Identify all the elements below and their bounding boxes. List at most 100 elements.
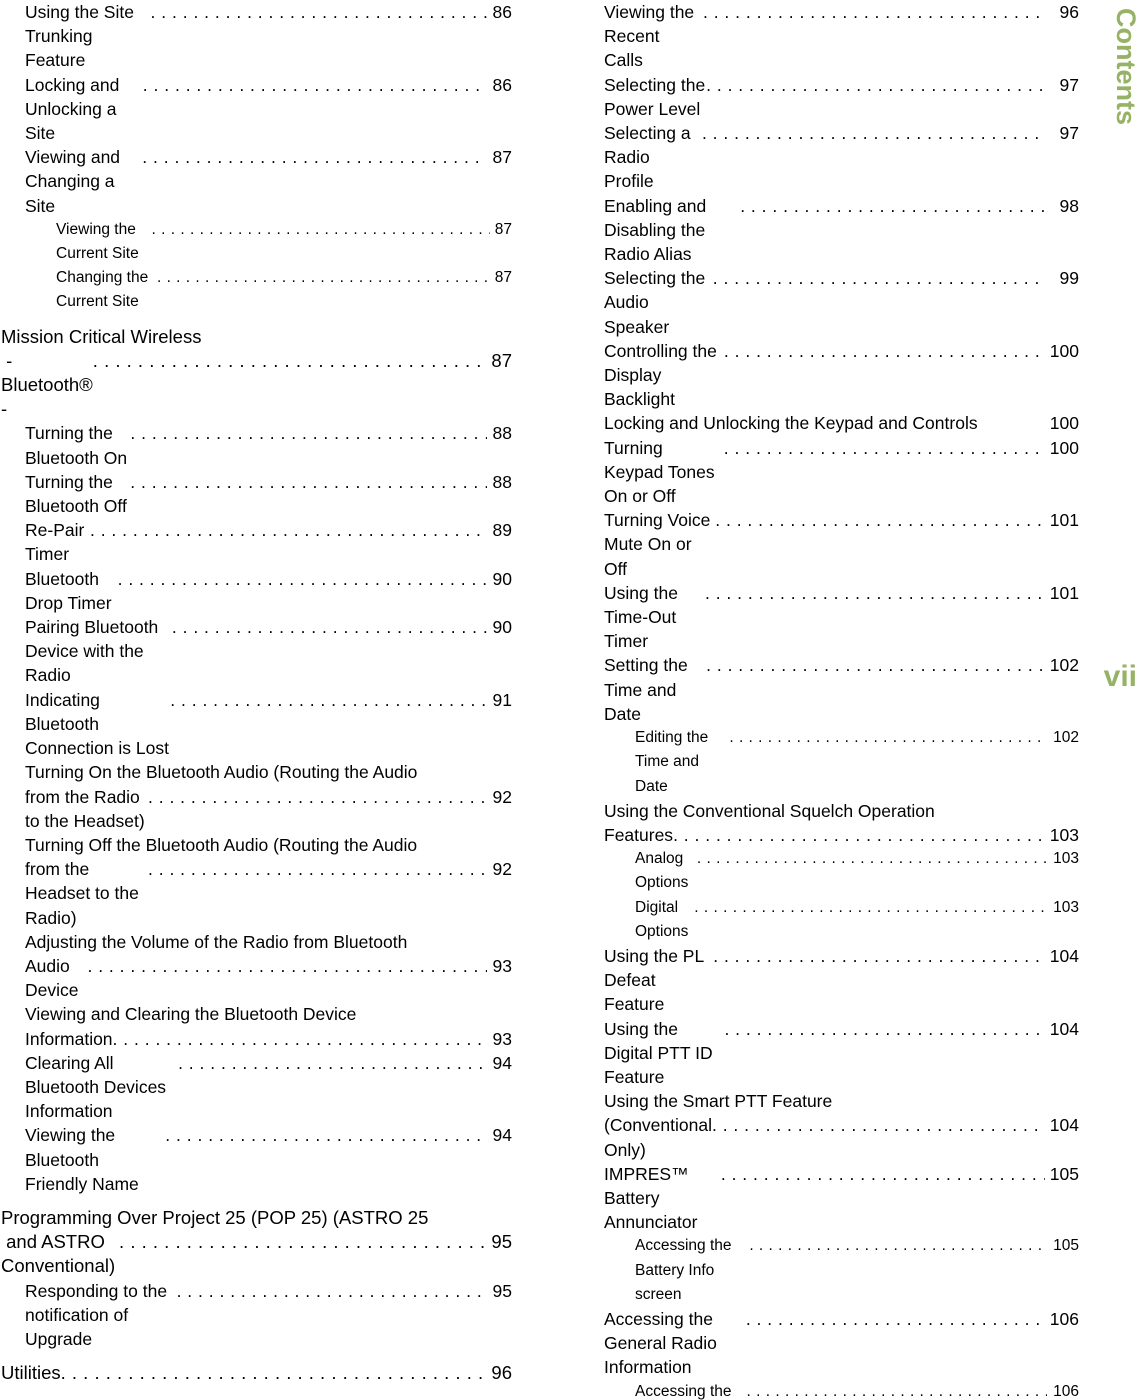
toc-entry-title: (Conventional Only) (604, 1115, 717, 1160)
toc-entry-page-number: 101 (1049, 582, 1079, 603)
toc-entry[interactable]: Controlling the Display Backlight 100 (592, 339, 1079, 412)
toc-entry-row: Viewing the Current Site 87 (56, 218, 512, 266)
toc-entry-title: Selecting the Audio Speaker (604, 268, 710, 337)
toc-entry[interactable]: Re-Pair Timer 89 (0, 518, 512, 566)
toc-entry-page-number: 92 (492, 786, 512, 807)
toc-entry-page-number: 96 (1059, 2, 1079, 22)
toc-leader-dots (724, 1017, 1045, 1041)
toc-entry-page-number: 88 (492, 423, 512, 444)
toc-entry-page-number: 87 (494, 269, 512, 287)
toc-entry-page-number: 106 (1049, 1308, 1079, 1329)
toc-entry-title-line: Turning Off the Bluetooth Audio (Routing… (25, 834, 418, 855)
toc-entry-page-number: 100 (1049, 413, 1079, 434)
toc-entry-row: Viewing and Changing a Site 87 (25, 145, 512, 218)
toc-leader-dots (706, 73, 1045, 97)
toc-entry[interactable]: Programming Over Project 25 (POP 25) (AS… (0, 1206, 512, 1279)
toc-entry-title: Turning Voice Mute On or Off (604, 510, 716, 579)
toc-entry-row: Using the Site Trunking Feature 86 (25, 0, 512, 73)
toc-entry[interactable]: Indicating Bluetooth Connection is Lost9… (0, 688, 512, 761)
toc-entry-page-number: 102 (1053, 729, 1079, 747)
toc-entry-row: Utilities 96 (1, 1361, 512, 1385)
toc-entry[interactable]: Viewing and Changing a Site 87 (0, 145, 512, 218)
toc-entry[interactable]: Turning Keypad Tones On or Off 100 (592, 436, 1079, 509)
toc-entry[interactable]: Accessing the Battery Info screen 105 (592, 1234, 1079, 1307)
toc-entry[interactable]: Viewing the Current Site 87 (0, 218, 512, 266)
toc-entry[interactable]: Locking and Unlocking a Site 86 (0, 73, 512, 146)
toc-entry[interactable]: Accessing the General Radio Information 1… (592, 1307, 1079, 1380)
toc-entry-row: - Bluetooth® - 87 (1, 349, 512, 422)
toc-entry-title: Indicating Bluetooth Connection is Lost (25, 689, 169, 759)
toc-entry[interactable]: IMPRES™ Battery Annunciator 105 (592, 1162, 1079, 1235)
toc-entry[interactable]: Viewing and Clearing the Bluetooth Devic… (0, 1002, 512, 1050)
toc-entry[interactable]: Using the Smart PTT Feature (Conventional… (592, 1089, 1079, 1162)
toc-leader-dots (151, 0, 487, 24)
toc-entry-title: Pairing Bluetooth Device with the Radio (25, 617, 164, 686)
toc-entry[interactable]: Analog Options 103 (592, 847, 1079, 895)
page-number-folio: vii (1103, 660, 1137, 693)
toc-entry[interactable]: Turning the Bluetooth On 88 (0, 421, 512, 469)
toc-entry-title-line: Using the Smart PTT Feature (604, 1091, 833, 1112)
toc-entry-title: Enabling and Disabling the Radio Alias (604, 195, 712, 265)
toc-entry[interactable]: Setting the Time and Date 102 (592, 653, 1079, 726)
toc-entry-row: Setting the Time and Date 102 (604, 653, 1079, 726)
toc-entry-page-number: 104 (1049, 1018, 1079, 1039)
toc-entry-row: Information 93 (25, 1027, 512, 1051)
toc-entry-title: and ASTRO Conventional) (1, 1231, 116, 1277)
toc-entry-page-number: 94 (492, 1125, 512, 1146)
toc-entry-title: Accessing the Radio Information (635, 1382, 732, 1400)
toc-entry[interactable]: Adjusting the Volume of the Radio from B… (0, 930, 512, 1003)
toc-entry[interactable]: Mission Critical Wireless - Bluetooth® -… (0, 325, 512, 422)
toc-column-left: Using the Site Trunking Feature86Locking… (0, 0, 512, 1385)
toc-entry-row: Locking and Unlocking the Keypad and Con… (604, 411, 1079, 435)
toc-entry-title: Re-Pair Timer (25, 520, 89, 565)
toc-entry[interactable]: Viewing the Recent Calls 96 (592, 0, 1079, 73)
toc-entry[interactable]: Turning On the Bluetooth Audio (Routing … (0, 760, 512, 833)
toc-entry-page-number: 102 (1049, 655, 1079, 676)
toc-entry-title: Utilities (1, 1362, 61, 1384)
toc-entry[interactable]: Turning the Bluetooth Off 88 (0, 470, 512, 518)
toc-entry-title: Viewing the Current Site (56, 220, 141, 263)
toc-leader-dots (172, 615, 487, 639)
toc-leader-dots (715, 508, 1045, 532)
toc-entry[interactable]: Using the PL Defeat Feature 104 (592, 944, 1079, 1017)
toc-entry-row: Selecting the Audio Speaker 99 (604, 266, 1079, 339)
toc-entry[interactable]: Turning Voice Mute On or Off 101 (592, 508, 1079, 581)
toc-entry-page-number: 100 (1049, 437, 1079, 458)
toc-entry[interactable]: Using the Site Trunking Feature 86 (0, 0, 512, 73)
toc-leader-dots (724, 339, 1045, 363)
toc-entry-row: Analog Options 103 (635, 847, 1079, 895)
toc-entry[interactable]: Selecting the Power Level 97 (592, 73, 1079, 121)
toc-entry[interactable]: Using the Digital PTT ID Feature 104 (592, 1017, 1079, 1090)
toc-entry-row: Viewing the Bluetooth Friendly Name 94 (25, 1123, 512, 1196)
toc-entry-title: Information (25, 1028, 113, 1049)
toc-entry[interactable]: Accessing the Radio Information 106 (592, 1380, 1079, 1400)
toc-entry-page-number: 90 (492, 617, 512, 638)
toc-entry[interactable]: Changing the Current Site 87 (0, 266, 512, 314)
toc-entry[interactable]: Clearing All Bluetooth Devices Informati… (0, 1051, 512, 1124)
toc-entry[interactable]: Bluetooth Drop Timer 90 (0, 567, 512, 615)
toc-entry[interactable]: Digital Options 103 (592, 896, 1079, 944)
toc-leader-dots (713, 944, 1045, 968)
toc-entry[interactable]: Using the Conventional Squelch Operation… (592, 799, 1079, 847)
toc-entry-row: and ASTRO Conventional) 95 (1, 1230, 512, 1278)
toc-entry-title-line: Using the Conventional Squelch Operation (604, 800, 935, 821)
toc-entry[interactable]: Selecting a Radio Profile 97 (592, 121, 1079, 194)
toc-entry[interactable]: Turning Off the Bluetooth Audio (Routing… (0, 833, 512, 930)
toc-entry[interactable]: Enabling and Disabling the Radio Alias 98 (592, 194, 1079, 267)
toc-entry-title: Using the Site Trunking Feature (25, 2, 139, 71)
toc-entry-title: Using the PL Defeat Feature (604, 945, 709, 1015)
toc-entry[interactable]: Responding to the notification of Upgrad… (0, 1279, 512, 1352)
toc-entry[interactable]: Utilities 96 (0, 1361, 512, 1385)
toc-leader-dots (713, 266, 1045, 290)
toc-entry-title: Setting the Time and Date (604, 655, 693, 724)
toc-leader-dots (87, 954, 487, 978)
toc-entry[interactable]: Editing the Time and Date 102 (592, 726, 1079, 799)
toc-entry[interactable]: Using the Time-Out Timer 101 (592, 581, 1079, 654)
toc-entry[interactable]: Viewing the Bluetooth Friendly Name 94 (0, 1123, 512, 1196)
toc-entry-title: Digital Options (635, 898, 689, 940)
toc-entry-row: IMPRES™ Battery Annunciator 105 (604, 1162, 1079, 1235)
toc-entry[interactable]: Locking and Unlocking the Keypad and Con… (592, 411, 1079, 435)
toc-entry-page-number: 99 (1059, 268, 1079, 289)
toc-entry[interactable]: Pairing Bluetooth Device with the Radio 9… (0, 615, 512, 688)
toc-entry[interactable]: Selecting the Audio Speaker 99 (592, 266, 1079, 339)
